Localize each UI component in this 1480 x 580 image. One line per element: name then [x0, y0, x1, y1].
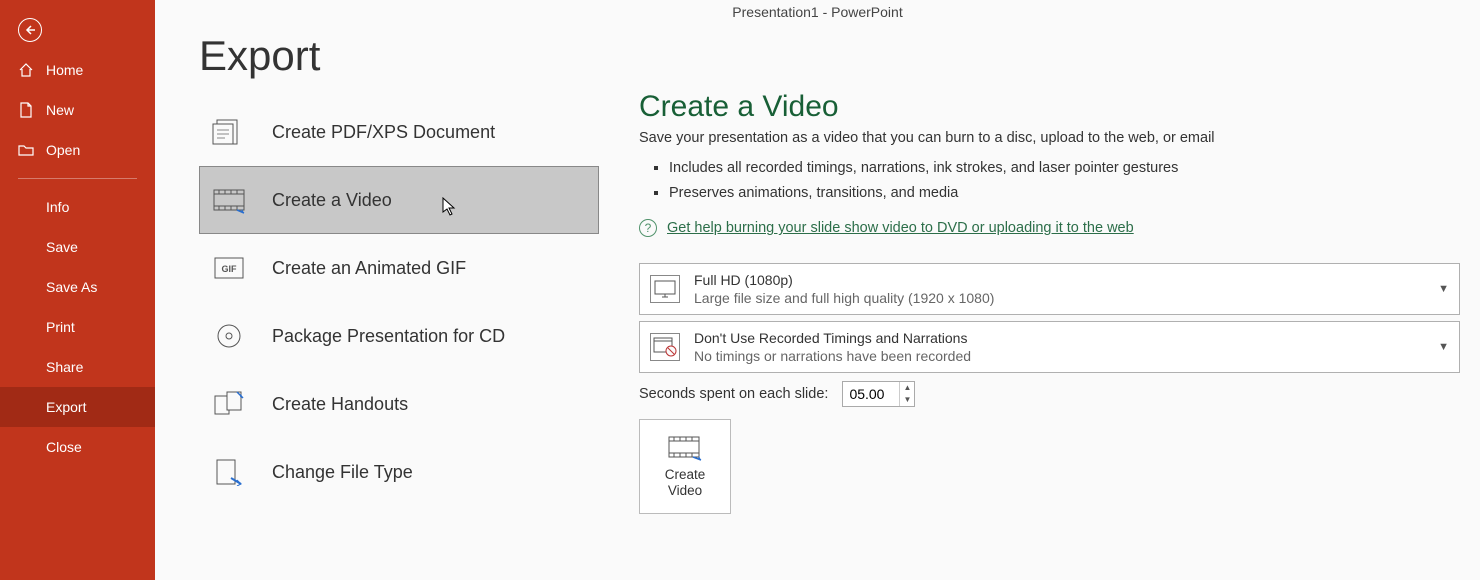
app-root: Home New Open Info Save Save As Print Sh… [0, 0, 1480, 580]
export-option-label: Create Handouts [272, 394, 408, 415]
nav-save-as[interactable]: Save As [0, 267, 155, 307]
filetype-icon [210, 457, 248, 487]
spinner-down[interactable]: ▼ [900, 394, 914, 406]
export-option-label: Change File Type [272, 462, 413, 483]
gif-icon: GIF [210, 253, 248, 283]
chevron-down-icon: ▼ [1438, 283, 1449, 295]
export-option-label: Create PDF/XPS Document [272, 122, 495, 143]
back-arrow-icon [18, 18, 42, 42]
create-video-label: Create Video [665, 467, 706, 499]
nav-label: Save As [46, 279, 97, 295]
new-icon [18, 102, 34, 118]
spinner-arrows: ▲ ▼ [899, 382, 914, 406]
main-area: Presentation1 - PowerPoint Export Create… [155, 0, 1480, 580]
export-option-video[interactable]: Create a Video [199, 166, 599, 234]
export-options-column: Export Create PDF/XPS Document Create a … [199, 22, 599, 580]
home-icon [18, 62, 34, 78]
feature-bullet: Preserves animations, transitions, and m… [669, 181, 1460, 206]
seconds-label: Seconds spent on each slide: [639, 386, 828, 402]
no-timings-icon [650, 333, 680, 361]
back-button[interactable] [0, 0, 155, 50]
nav-label: Save [46, 239, 78, 255]
nav-divider [18, 178, 137, 179]
nav-label: Home [46, 62, 83, 78]
export-option-change-filetype[interactable]: Change File Type [199, 438, 599, 506]
help-row: ? Get help burning your slide show video… [639, 219, 1460, 237]
page-title: Export [199, 32, 599, 80]
nav-share[interactable]: Share [0, 347, 155, 387]
nav-close[interactable]: Close [0, 427, 155, 467]
video-icon [667, 435, 703, 461]
nav-label: New [46, 102, 74, 118]
quality-dropdown[interactable]: Full HD (1080p) Large file size and full… [639, 263, 1460, 315]
handouts-icon [210, 389, 248, 419]
export-option-gif[interactable]: GIF Create an Animated GIF [199, 234, 599, 302]
nav-label: Export [46, 399, 86, 415]
seconds-spinner[interactable]: ▲ ▼ [842, 381, 915, 407]
nav-export[interactable]: Export [0, 387, 155, 427]
nav-open[interactable]: Open [0, 130, 155, 170]
video-icon [210, 185, 248, 215]
seconds-row: Seconds spent on each slide: ▲ ▼ [639, 381, 1460, 407]
seconds-input[interactable] [843, 382, 899, 406]
nav-label: Info [46, 199, 69, 215]
nav-label: Close [46, 439, 82, 455]
mouse-cursor-icon [442, 197, 458, 217]
nav-print[interactable]: Print [0, 307, 155, 347]
section-title: Create a Video [639, 90, 1460, 124]
svg-text:GIF: GIF [222, 264, 238, 274]
export-option-handouts[interactable]: Create Handouts [199, 370, 599, 438]
export-option-pdf[interactable]: Create PDF/XPS Document [199, 98, 599, 166]
feature-bullet: Includes all recorded timings, narration… [669, 156, 1460, 181]
nav-list: Home New Open Info Save Save As Print Sh… [0, 50, 155, 467]
spinner-up[interactable]: ▲ [900, 382, 914, 394]
export-option-label: Create an Animated GIF [272, 258, 466, 279]
create-video-button[interactable]: Create Video [639, 419, 731, 514]
export-option-label: Create a Video [272, 190, 392, 211]
help-icon: ? [639, 219, 657, 237]
timings-sub: No timings or narrations have been recor… [694, 348, 971, 364]
nav-label: Print [46, 319, 75, 335]
nav-info[interactable]: Info [0, 187, 155, 227]
nav-save[interactable]: Save [0, 227, 155, 267]
open-icon [18, 142, 34, 158]
window-title: Presentation1 - PowerPoint [155, 0, 1480, 22]
chevron-down-icon: ▼ [1438, 341, 1449, 353]
help-link[interactable]: Get help burning your slide show video t… [667, 220, 1134, 236]
quality-sub: Large file size and full high quality (1… [694, 290, 994, 306]
pdf-icon [210, 117, 248, 147]
video-details-column: Create a Video Save your presentation as… [599, 22, 1480, 580]
nav-new[interactable]: New [0, 90, 155, 130]
content: Export Create PDF/XPS Document Create a … [155, 22, 1480, 580]
nav-label: Share [46, 359, 83, 375]
export-option-label: Package Presentation for CD [272, 326, 505, 347]
timings-title: Don't Use Recorded Timings and Narration… [694, 330, 971, 346]
section-desc: Save your presentation as a video that y… [639, 130, 1460, 146]
cd-icon [210, 321, 248, 351]
nav-label: Open [46, 142, 80, 158]
quality-title: Full HD (1080p) [694, 272, 994, 288]
nav-home[interactable]: Home [0, 50, 155, 90]
backstage-sidebar: Home New Open Info Save Save As Print Sh… [0, 0, 155, 580]
timings-dropdown[interactable]: Don't Use Recorded Timings and Narration… [639, 321, 1460, 373]
export-option-package-cd[interactable]: Package Presentation for CD [199, 302, 599, 370]
feature-bullets: Includes all recorded timings, narration… [639, 156, 1460, 205]
monitor-icon [650, 275, 680, 303]
